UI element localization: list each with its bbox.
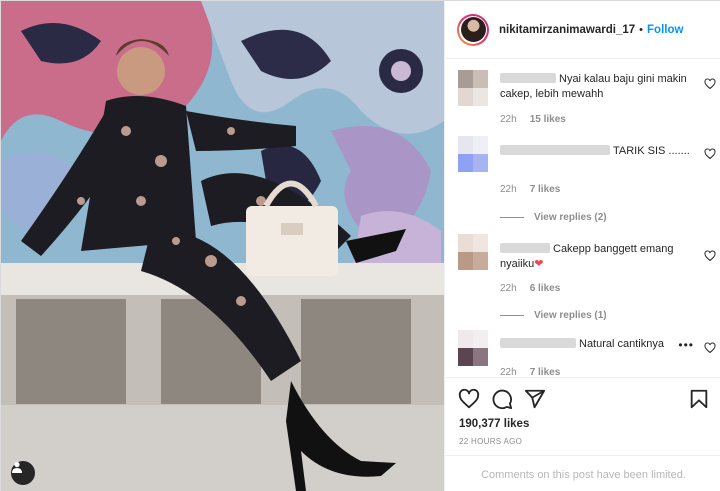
replies-line xyxy=(500,315,524,316)
comment-time: 22h xyxy=(500,283,517,294)
more-options-icon[interactable]: ••• xyxy=(678,338,694,352)
photo-illustration xyxy=(1,1,444,491)
comment-likes[interactable]: 6 likes xyxy=(530,283,561,294)
comment-time: 22h xyxy=(500,367,517,377)
blurred-username xyxy=(500,243,550,253)
view-replies-label: View replies (2) xyxy=(534,212,607,223)
post-photo[interactable] xyxy=(1,1,444,491)
replies-line xyxy=(500,217,524,218)
comment-meta: 22h 7 likes xyxy=(500,184,560,195)
user-tag-icon xyxy=(12,461,22,473)
bookmark-icon[interactable] xyxy=(688,388,710,410)
comment-icon[interactable] xyxy=(491,388,513,410)
view-replies-button[interactable]: View replies (2) xyxy=(500,212,607,223)
post-header: nikitamirzanimawardi_17 • Follow xyxy=(445,1,720,59)
heart-icon[interactable] xyxy=(458,388,480,410)
comment-likes[interactable]: 7 likes xyxy=(530,367,561,377)
comment-likes[interactable]: 7 likes xyxy=(530,184,561,195)
view-replies-label: View replies (1) xyxy=(534,310,607,321)
comment-text: TARIK SIS ....... xyxy=(613,145,690,157)
comment-avatar[interactable] xyxy=(458,70,488,106)
comment-text-block: Natural cantiknya xyxy=(500,337,692,352)
comment-meta: 22h 6 likes xyxy=(500,283,560,294)
blurred-username xyxy=(500,338,576,348)
comments-limited-notice: Comments on this post have been limited. xyxy=(445,455,720,491)
like-comment-heart-icon[interactable] xyxy=(704,78,716,90)
comment-text-block: TARIK SIS ....... xyxy=(500,144,692,159)
comment-avatar[interactable] xyxy=(458,136,488,172)
avatar[interactable] xyxy=(457,13,489,46)
follow-button[interactable]: Follow xyxy=(647,24,683,36)
comment-time: 22h xyxy=(500,184,517,195)
comment-text-block: Nyai kalau baju gini makin cakep, lebih … xyxy=(500,72,692,102)
comment-text: Natural cantiknya xyxy=(579,338,664,350)
instagram-post-window: nikitamirzanimawardi_17 • Follow Nyai ka… xyxy=(0,0,720,491)
comment-text-block: Cakepp banggett emang nyaiiku❤ xyxy=(500,242,692,272)
like-comment-heart-icon[interactable] xyxy=(704,148,716,160)
comment-avatar[interactable] xyxy=(458,234,488,270)
avatar-image xyxy=(460,17,486,42)
comment-avatar[interactable] xyxy=(458,330,488,366)
comment-meta: 22h 7 likes xyxy=(500,367,560,377)
post-username[interactable]: nikitamirzanimawardi_17 xyxy=(499,24,635,36)
user-tag-button[interactable] xyxy=(11,461,35,485)
likes-count[interactable]: 190,377 likes xyxy=(459,418,529,430)
comment-likes[interactable]: 15 likes xyxy=(530,114,566,125)
like-comment-heart-icon[interactable] xyxy=(704,342,716,354)
like-comment-heart-icon[interactable] xyxy=(704,250,716,262)
view-replies-button[interactable]: View replies (1) xyxy=(500,310,607,321)
post-side-panel: nikitamirzanimawardi_17 • Follow Nyai ka… xyxy=(444,1,720,491)
comment-time: 22h xyxy=(500,114,517,125)
blurred-username xyxy=(500,73,556,83)
post-timestamp: 22 HOURS AGO xyxy=(459,437,523,446)
share-icon[interactable] xyxy=(524,388,546,410)
post-actions: 190,377 likes 22 HOURS AGO Comments on t… xyxy=(445,377,720,491)
separator-dot: • xyxy=(639,23,644,36)
red-heart-emoji: ❤ xyxy=(534,258,544,270)
comments-list[interactable]: Nyai kalau baju gini makin cakep, lebih … xyxy=(445,60,720,377)
comment-meta: 22h 15 likes xyxy=(500,114,566,125)
blurred-username xyxy=(500,145,610,155)
